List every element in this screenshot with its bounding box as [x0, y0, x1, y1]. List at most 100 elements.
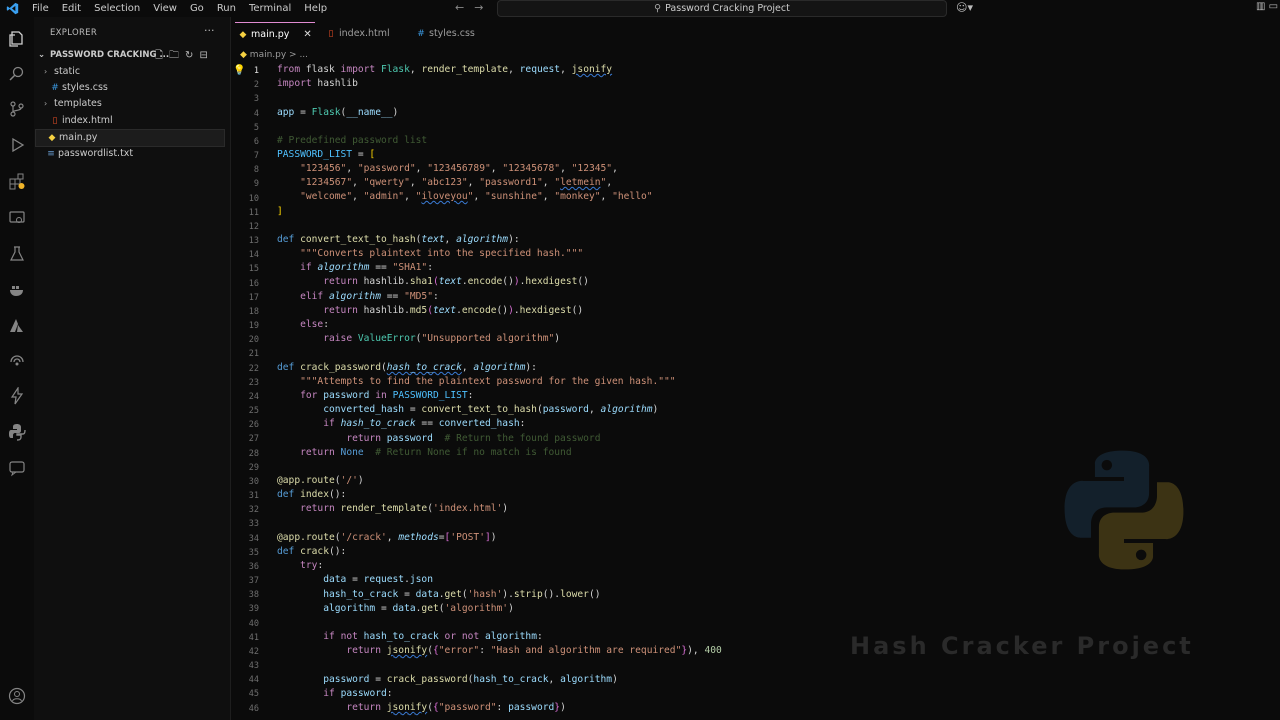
command-center-search[interactable]: ⚲ Password Cracking Project: [497, 0, 947, 17]
testing-icon[interactable]: [8, 245, 26, 263]
line-number: 46: [248, 703, 259, 714]
code-line: hash_to_crack = data.get('hash').strip()…: [323, 589, 601, 600]
code-line: if algorithm == "SHA1":: [300, 262, 433, 273]
source-control-icon[interactable]: [8, 100, 26, 118]
css-file-icon: #: [51, 83, 59, 93]
line-number: 16: [248, 278, 259, 289]
code-line: return None # Return None if no match is…: [300, 447, 572, 458]
tab-label: index.html: [339, 28, 390, 39]
line-number: 6: [253, 136, 259, 147]
line-number: 4: [253, 108, 259, 119]
new-folder-icon[interactable]: 🗀: [169, 50, 179, 61]
code-line: converted_hash = convert_text_to_hash(pa…: [323, 404, 659, 415]
account-icon[interactable]: [8, 687, 26, 705]
tree-item-static[interactable]: › static: [44, 64, 80, 80]
code-line: ]: [277, 206, 283, 217]
code-line: "123456", "password", "123456789", "1234…: [300, 163, 618, 174]
line-number: 3: [253, 94, 259, 105]
tree-item-label: passwordlist.txt: [58, 148, 134, 159]
code-line: else:: [300, 319, 329, 330]
tree-item-index-html[interactable]: ▯ index.html: [48, 113, 113, 129]
menu-view[interactable]: View: [153, 2, 177, 15]
code-line: for password in PASSWORD_LIST:: [300, 390, 474, 401]
breadcrumb[interactable]: ◆ main.py > ...: [240, 50, 308, 60]
chevron-down-icon: ⌄: [38, 50, 46, 60]
python-file-icon: ◆: [48, 133, 56, 143]
python-file-icon: ◆: [239, 30, 247, 40]
menu-edit[interactable]: Edit: [62, 2, 81, 15]
tab-styles-css[interactable]: # styles.css: [413, 22, 483, 46]
line-number: 8: [253, 165, 259, 176]
azure-icon[interactable]: [8, 317, 26, 335]
menu-file[interactable]: File: [32, 2, 49, 15]
python-file-icon: ◆: [240, 50, 250, 60]
refresh-icon[interactable]: ↻: [185, 50, 193, 61]
code-line: password = crack_password(hash_to_crack,…: [323, 674, 618, 685]
code-line: if password:: [323, 688, 393, 699]
line-number: 5: [253, 122, 259, 133]
back-arrow-icon[interactable]: ←: [455, 1, 464, 14]
code-line: if hash_to_crack == converted_hash:: [323, 418, 526, 429]
code-line: """Attempts to find the plaintext passwo…: [300, 376, 676, 387]
collapse-all-icon[interactable]: ⊟: [199, 50, 207, 61]
tree-item-label: templates: [54, 98, 102, 109]
line-number: 11: [248, 207, 259, 218]
lightning-icon[interactable]: [8, 386, 26, 405]
line-number: 10: [248, 193, 259, 204]
tree-item-label: styles.css: [62, 82, 108, 93]
code-line: raise ValueError("Unsupported algorithm"…: [323, 333, 561, 344]
code-line: import hashlib: [277, 78, 358, 89]
menu-run[interactable]: Run: [217, 2, 236, 15]
line-number: 38: [248, 590, 259, 601]
code-line: if not hash_to_crack or not algorithm:: [323, 631, 543, 642]
explorer-icon[interactable]: [8, 30, 26, 48]
tab-label: main.py: [251, 29, 290, 40]
layout-icons[interactable]: ▥ ▭: [1256, 1, 1278, 12]
line-number: 30: [248, 476, 259, 487]
tab-main-py[interactable]: ◆ main.py ✕: [235, 22, 315, 47]
line-number: 23: [248, 377, 259, 388]
line-number: 14: [248, 250, 259, 261]
line-number: 31: [248, 491, 259, 502]
line-number: 2: [253, 80, 259, 91]
chat-icon[interactable]: [8, 459, 26, 477]
more-actions-icon[interactable]: ···: [204, 24, 215, 37]
nav-arrows: ← →: [455, 1, 493, 14]
code-line: PASSWORD_LIST = [: [277, 149, 376, 160]
line-number: 33: [248, 519, 259, 530]
menu-terminal[interactable]: Terminal: [249, 2, 291, 15]
new-file-icon[interactable]: 🗋: [155, 50, 163, 61]
code-line: from flask import Flask, render_template…: [277, 64, 613, 75]
docker-icon[interactable]: [8, 281, 26, 299]
extensions-icon[interactable]: [8, 173, 26, 191]
code-editor[interactable]: 💡 1 2 3 4 5 6 7 8 9 10 11 12 13 14 15 16 17 18 19 20 21 22 23 2…: [231, 61, 1280, 720]
code-line: def index():: [277, 489, 347, 500]
menu-go[interactable]: Go: [190, 2, 204, 15]
tree-item-styles-css[interactable]: # styles.css: [48, 80, 108, 96]
breadcrumb-text: main.py > ...: [249, 50, 309, 60]
forward-arrow-icon[interactable]: →: [474, 1, 483, 14]
search-view-icon[interactable]: [8, 65, 26, 83]
menu-selection[interactable]: Selection: [94, 2, 140, 15]
line-number: 25: [248, 406, 259, 417]
remote-connection-icon[interactable]: [8, 352, 26, 370]
line-number: 39: [248, 604, 259, 615]
copilot-icon[interactable]: ☺▾: [956, 1, 973, 14]
tree-item-main-py[interactable]: ◆ main.py: [35, 129, 225, 147]
code-line: return jsonify({"password": password}): [346, 702, 566, 713]
tree-item-templates[interactable]: › templates: [44, 96, 102, 112]
code-line: return hashlib.sha1(text.encode()).hexdi…: [323, 276, 589, 287]
run-debug-icon[interactable]: [8, 136, 26, 154]
remote-explorer-icon[interactable]: [8, 209, 26, 227]
python-view-icon[interactable]: [8, 423, 26, 441]
line-number: 27: [248, 434, 259, 445]
line-number: 18: [248, 306, 259, 317]
tab-index-html[interactable]: ▯ index.html: [323, 22, 395, 46]
line-number: 36: [248, 561, 259, 572]
menu-help[interactable]: Help: [304, 2, 327, 15]
tree-item-label: static: [54, 66, 81, 77]
code-line: try:: [300, 560, 324, 571]
workspace-folder-name: PASSWORD CRACKING ...: [50, 50, 170, 60]
tree-item-passwordlist[interactable]: ≡ passwordlist.txt: [44, 146, 133, 162]
close-icon[interactable]: ✕: [303, 29, 311, 40]
